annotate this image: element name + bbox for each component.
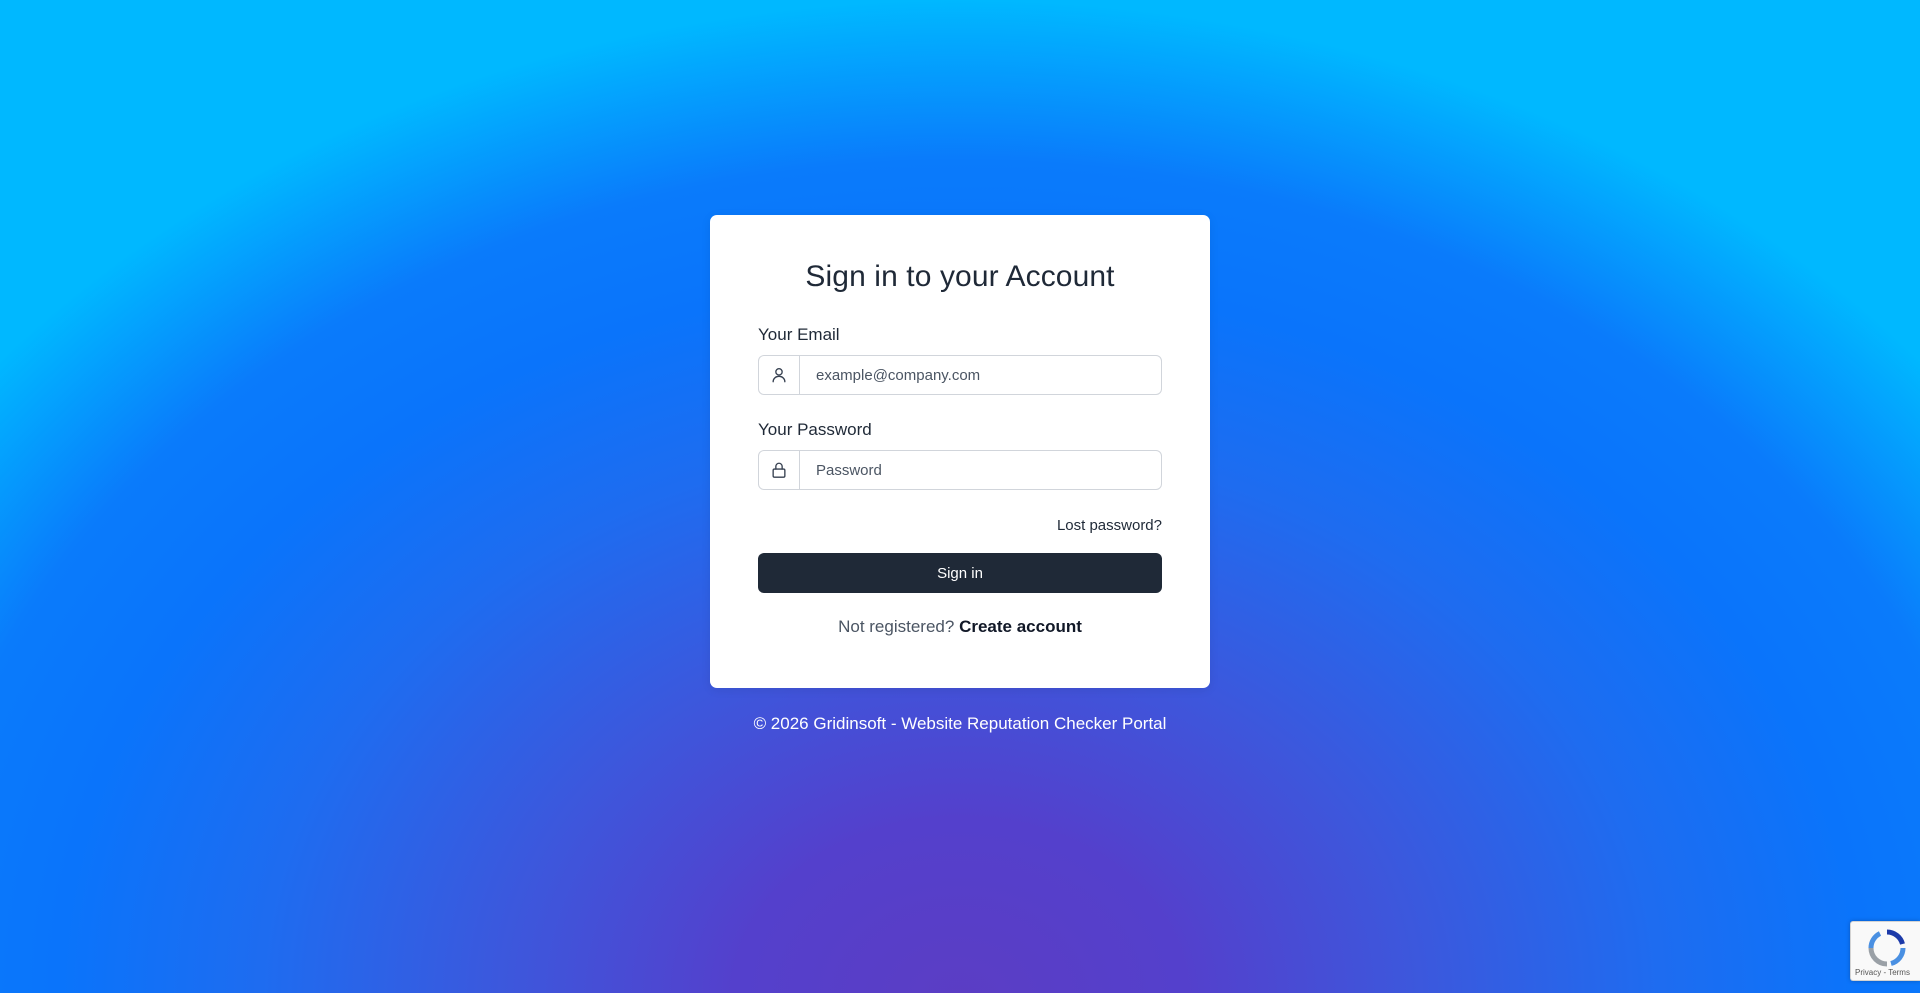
email-input-group bbox=[758, 355, 1162, 395]
page-title: Sign in to your Account bbox=[805, 260, 1115, 293]
email-label: Your Email bbox=[758, 325, 840, 344]
lock-icon bbox=[759, 451, 800, 489]
email-input[interactable] bbox=[800, 356, 1161, 394]
not-registered-text: Not registered? bbox=[838, 617, 955, 636]
lost-password-link[interactable]: Lost password? bbox=[1057, 517, 1162, 534]
sign-in-button[interactable]: Sign in bbox=[758, 553, 1162, 593]
footer-copyright: © 2026 Gridinsoft - Website Reputation C… bbox=[753, 714, 1167, 733]
recaptcha-icon bbox=[1868, 929, 1906, 967]
password-input-group bbox=[758, 450, 1162, 490]
create-account-link[interactable]: Create account bbox=[959, 617, 1082, 636]
password-label: Your Password bbox=[758, 420, 872, 439]
register-prompt: Not registered? Create account bbox=[710, 617, 1210, 637]
recaptcha-badge[interactable]: Privacy - Terms bbox=[1850, 921, 1920, 981]
recaptcha-privacy-terms: Privacy - Terms bbox=[1855, 968, 1910, 977]
user-icon bbox=[759, 356, 800, 394]
login-card: Sign in to your Account Your Email Your … bbox=[710, 215, 1210, 688]
password-input[interactable] bbox=[800, 451, 1161, 489]
